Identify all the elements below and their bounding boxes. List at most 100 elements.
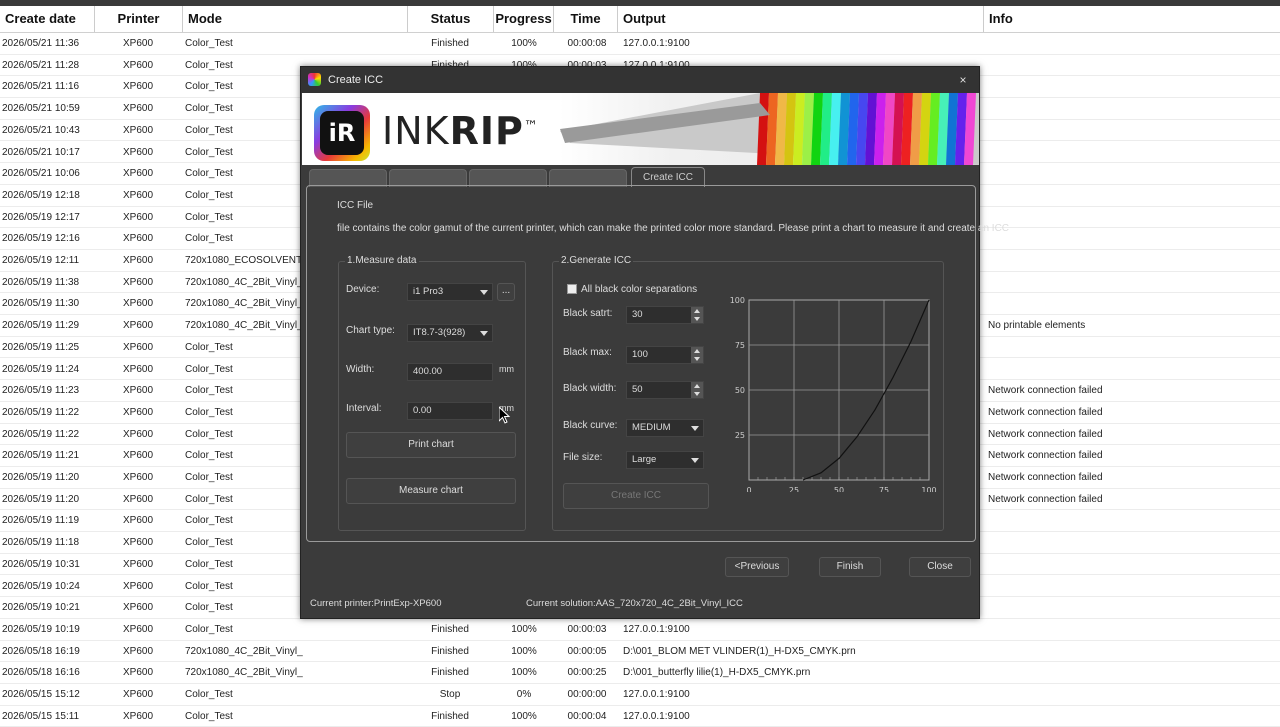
cell-date: 2026/05/21 10:59: [2, 103, 80, 115]
previous-button[interactable]: <Previous: [725, 557, 789, 577]
cell-mode: Color_Test: [185, 103, 233, 115]
cell-info: [988, 185, 1278, 206]
cell-mode: Color_Test: [185, 38, 233, 49]
cell-mode: Color_Test: [185, 146, 233, 158]
cell-info: [988, 120, 1278, 141]
cell-mode: Color_Test: [185, 233, 233, 245]
cell-printer: XP600: [122, 385, 154, 397]
increment-icon[interactable]: [691, 347, 703, 355]
table-row[interactable]: 2026/05/18 16:16 XP600 720x1080_4C_2Bit_Vi…: [0, 662, 1280, 684]
increment-icon[interactable]: [691, 382, 703, 390]
cell-printer: XP600: [122, 689, 154, 700]
black-start-spinner[interactable]: 30: [626, 306, 704, 324]
chart-type-value: IT8.7-3(928): [413, 327, 466, 338]
create-icc-button[interactable]: Create ICC: [563, 483, 709, 509]
x-tick-label: 100: [921, 486, 936, 492]
black-curve-select[interactable]: MEDIUM: [626, 419, 704, 437]
cell-printer: XP600: [122, 38, 154, 49]
finish-button[interactable]: Finish: [819, 557, 881, 577]
cell-info: [988, 532, 1278, 553]
cell-info: [988, 337, 1278, 358]
column-header-info[interactable]: Info: [984, 6, 1280, 32]
cell-date: 2026/05/19 10:24: [2, 580, 80, 592]
cell-date: 2026/05/15 15:12: [2, 689, 80, 700]
cell-time: 00:00:05: [567, 645, 607, 657]
tab-create-icc[interactable]: Create ICC: [631, 167, 705, 187]
cell-date: 2026/05/21 11:28: [2, 59, 80, 71]
cell-date: 2026/05/18 16:19: [2, 645, 80, 657]
black-width-value: 50: [632, 384, 643, 395]
close-button[interactable]: Close: [909, 557, 971, 577]
cell-date: 2026/05/19 12:16: [2, 233, 80, 245]
cell-printer: XP600: [122, 146, 154, 158]
black-max-value: 100: [632, 349, 648, 360]
all-black-checkbox[interactable]: [567, 284, 577, 294]
icc-file-heading: ICC File: [337, 200, 374, 211]
cell-time: 00:00:03: [567, 623, 607, 635]
device-select[interactable]: i1 Pro3: [407, 283, 493, 301]
black-max-label: Black max:: [563, 347, 612, 358]
cell-progress: 100%: [511, 710, 537, 722]
decrement-icon[interactable]: [691, 315, 703, 323]
brand-bold: RIP: [449, 109, 524, 153]
cell-date: 2026/05/19 12:18: [2, 189, 80, 201]
cell-date: 2026/05/15 15:11: [2, 710, 80, 722]
cell-mode: 720x1080_ECOSOLVENT_2: [185, 255, 303, 266]
cell-printer: XP600: [122, 450, 154, 462]
cell-printer: XP600: [122, 710, 154, 722]
generate-icc-title: 2.Generate ICC: [559, 255, 634, 266]
all-black-label: All black color separations: [581, 284, 698, 295]
cell-mode: 720x1080_4C_2Bit_Vinyl_IC: [185, 320, 303, 332]
measure-chart-button[interactable]: Measure chart: [346, 478, 516, 504]
cell-date: 2026/05/19 11:18: [2, 537, 80, 549]
cell-info: Network connection failed: [988, 428, 1103, 440]
cell-printer: XP600: [122, 623, 154, 635]
mouse-cursor-icon: [499, 407, 511, 424]
cell-printer: XP600: [122, 124, 154, 136]
device-settings-button[interactable]: ...: [497, 283, 515, 301]
cell-date: 2026/05/19 12:11: [2, 255, 80, 266]
cell-status: Finished: [431, 645, 469, 657]
print-chart-button[interactable]: Print chart: [346, 432, 516, 458]
cell-progress: 100%: [511, 645, 537, 657]
cell-date: 2026/05/21 11:16: [2, 81, 80, 93]
column-header-output[interactable]: Output: [618, 6, 984, 32]
cell-mode: 720x1080_4C_2Bit_Vinyl_IC: [185, 298, 303, 310]
device-value: i1 Pro3: [413, 286, 444, 297]
column-header-status[interactable]: Status: [408, 6, 494, 32]
table-row[interactable]: 2026/05/21 11:36 XP600 Color_Test Finished 1…: [0, 33, 1280, 55]
column-header-progress[interactable]: Progress: [494, 6, 554, 32]
cell-time: 00:00:25: [567, 667, 607, 679]
cell-info: Network connection failed: [988, 472, 1103, 483]
cell-date: 2026/05/19 11:23: [2, 385, 80, 397]
column-header-printer[interactable]: Printer: [95, 6, 183, 32]
black-max-spinner[interactable]: 100: [626, 346, 704, 364]
column-header-create-date[interactable]: Create date: [0, 6, 95, 32]
table-row[interactable]: 2026/05/15 15:11 XP600 Color_Test Finished 1…: [0, 706, 1280, 727]
cell-date: 2026/05/19 11:19: [2, 515, 80, 527]
interval-input[interactable]: 0.00: [407, 402, 493, 420]
cell-printer: XP600: [122, 59, 154, 71]
width-input[interactable]: 400.00: [407, 363, 493, 381]
dialog-titlebar[interactable]: Create ICC ×: [301, 67, 979, 93]
chart-type-select[interactable]: IT8.7-3(928): [407, 324, 493, 342]
increment-icon[interactable]: [691, 307, 703, 315]
file-size-select[interactable]: Large: [626, 451, 704, 469]
table-row[interactable]: 2026/05/18 16:19 XP600 720x1080_4C_2Bit_Vi…: [0, 641, 1280, 663]
cell-mode: 720x1080_4C_2Bit_Vinyl_ICC_CFS11: [185, 667, 303, 679]
table-row[interactable]: 2026/05/19 10:19 XP600 Color_Test Finished 1…: [0, 619, 1280, 641]
cell-time: 00:00:04: [567, 710, 607, 722]
black-width-spinner[interactable]: 50: [626, 381, 704, 399]
black-curve-chart: 0 25 50 75 100 25 50 75 100: [730, 296, 937, 492]
x-tick-label: 0: [746, 486, 751, 492]
x-tick-label: 50: [834, 486, 844, 492]
cell-date: 2026/05/19 11:24: [2, 363, 80, 375]
table-row[interactable]: 2026/05/15 15:12 XP600 Color_Test Stop 0% 00:…: [0, 684, 1280, 706]
decrement-icon[interactable]: [691, 355, 703, 363]
decrement-icon[interactable]: [691, 390, 703, 398]
cell-status: Finished: [431, 710, 469, 722]
cell-progress: 100%: [511, 38, 537, 49]
column-header-mode[interactable]: Mode: [183, 6, 408, 32]
close-icon[interactable]: ×: [955, 72, 971, 88]
column-header-time[interactable]: Time: [554, 6, 618, 32]
